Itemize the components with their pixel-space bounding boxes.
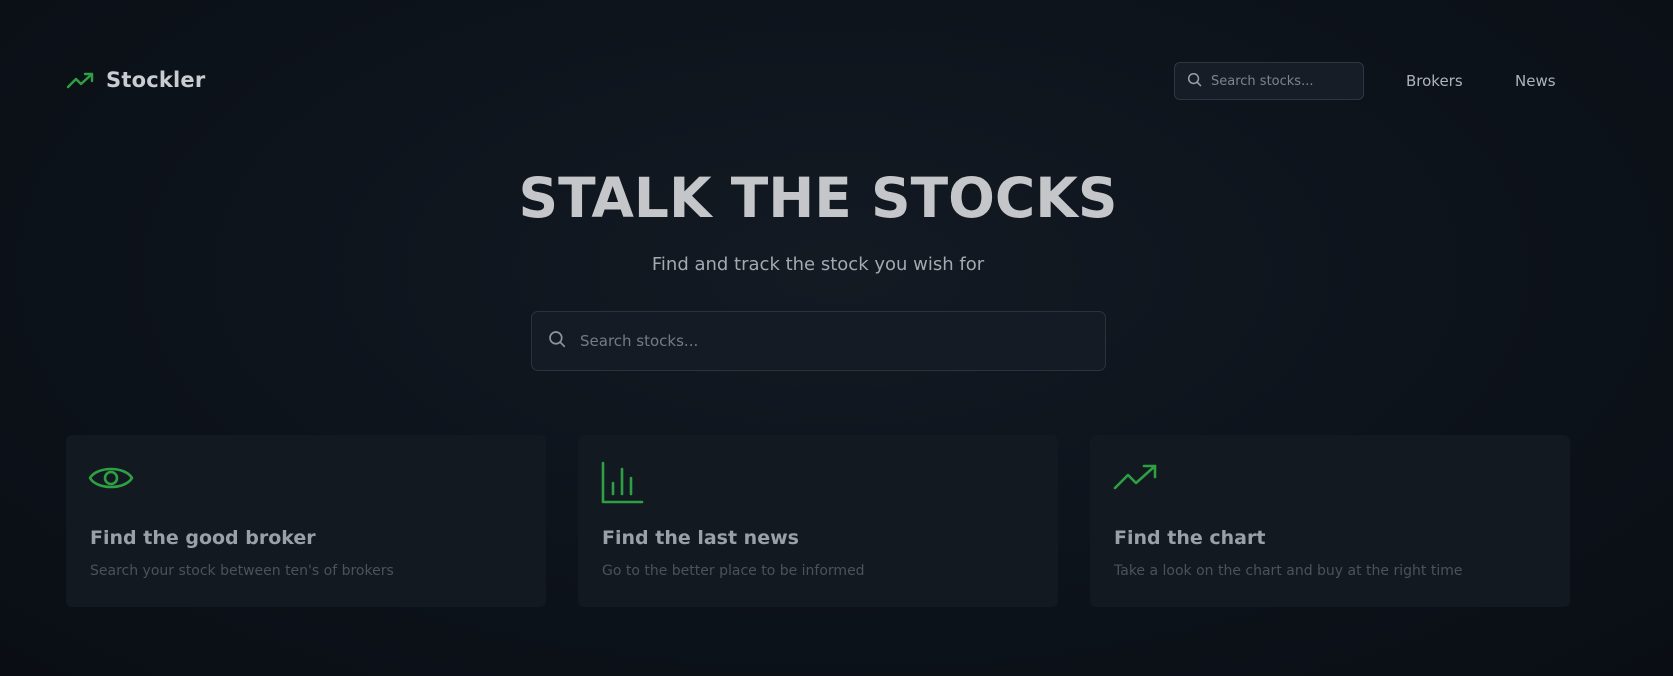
search-icon bbox=[548, 330, 566, 352]
feature-card-title: Find the good broker bbox=[90, 527, 316, 549]
feature-card-description: Search your stock between ten's of broke… bbox=[90, 563, 394, 579]
feature-card-description: Go to the better place to be informed bbox=[602, 563, 865, 579]
header-search-input[interactable] bbox=[1211, 73, 1351, 89]
trending-up-icon bbox=[1112, 461, 1160, 493]
header-search-box[interactable] bbox=[1174, 62, 1364, 100]
trending-up-icon bbox=[66, 70, 96, 90]
main-search-input[interactable] bbox=[580, 332, 1080, 350]
hero-subtitle: Find and track the stock you wish for bbox=[651, 254, 985, 275]
page: Stockler Brokers News STALK THE STOCKS F… bbox=[0, 0, 1673, 676]
nav-link-brokers[interactable]: Brokers bbox=[1406, 72, 1463, 90]
eye-icon bbox=[88, 461, 134, 495]
brand-name: Stockler bbox=[106, 68, 206, 92]
nav-link-news[interactable]: News bbox=[1515, 72, 1556, 90]
feature-card-news[interactable]: Find the last news Go to the better plac… bbox=[578, 435, 1058, 607]
hero-title: STALK THE STOCKS bbox=[518, 166, 1118, 230]
feature-card-description: Take a look on the chart and buy at the … bbox=[1114, 563, 1463, 579]
feature-card-chart[interactable]: Find the chart Take a look on the chart … bbox=[1090, 435, 1570, 607]
top-navbar: Stockler Brokers News bbox=[0, 0, 1673, 165]
bar-chart-icon bbox=[600, 461, 644, 505]
feature-card-title: Find the last news bbox=[602, 527, 799, 549]
feature-card-broker[interactable]: Find the good broker Search your stock b… bbox=[66, 435, 546, 607]
feature-card-title: Find the chart bbox=[1114, 527, 1266, 549]
brand-logo[interactable]: Stockler bbox=[66, 68, 205, 92]
search-icon bbox=[1187, 72, 1202, 91]
main-search-box[interactable] bbox=[531, 311, 1106, 371]
